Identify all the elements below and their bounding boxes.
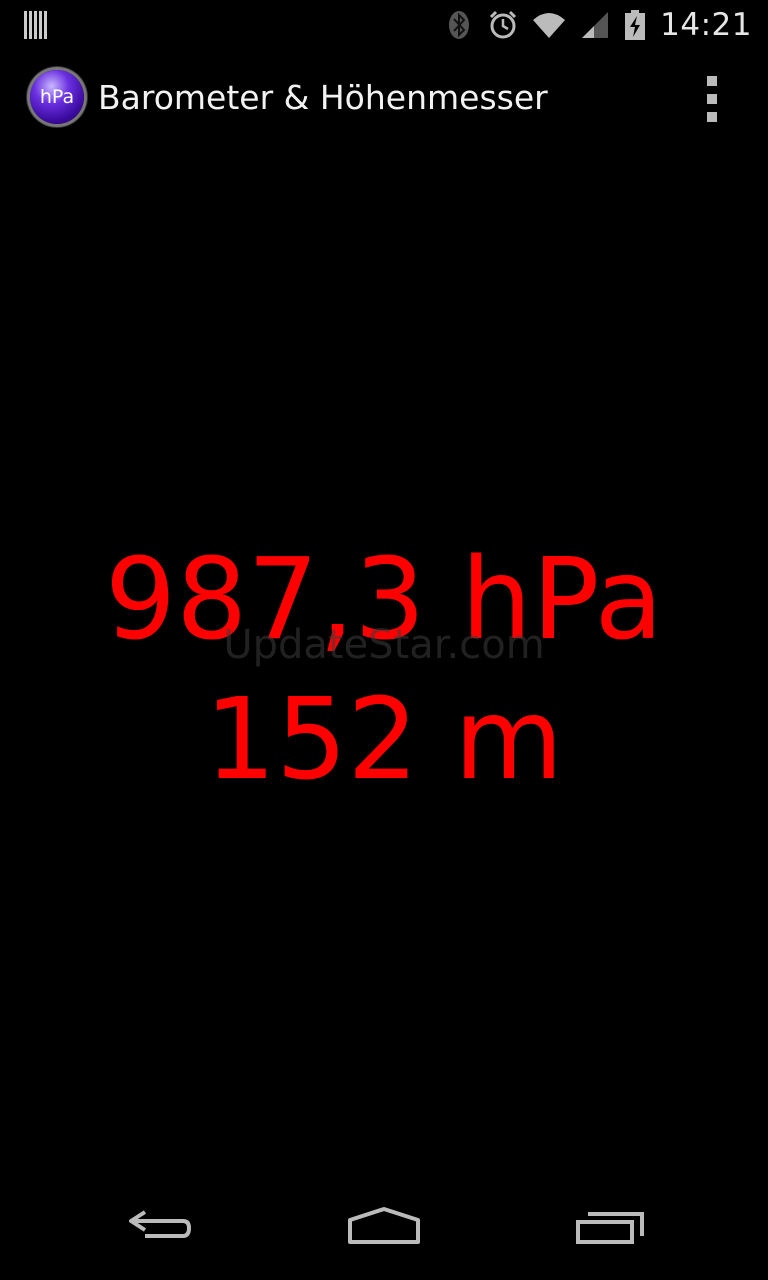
recents-icon [576,1212,644,1244]
alarm-icon [490,10,517,39]
battery-charging-icon [625,10,646,40]
action-bar: hPa Barometer & Höhenmesser [0,50,768,146]
status-bar: 14:21 [0,0,768,50]
recents-button[interactable] [550,1198,670,1254]
home-button[interactable] [324,1198,444,1254]
screen: 14:21 hPa Barometer & Höhenmesser 987,3 … [0,0,768,1280]
status-time: 14:21 [660,7,752,43]
app-title: Barometer & Höhenmesser [98,78,548,117]
back-button[interactable] [100,1198,220,1254]
navigation-bar [0,1184,768,1280]
overflow-dot [707,76,717,86]
barcode-icon [24,11,47,39]
overflow-dot [707,112,717,122]
overflow-dot [707,94,717,104]
altitude-reading: 152 m [204,675,564,805]
bluetooth-icon [449,11,470,39]
status-icons: 14:21 [444,7,752,43]
signal-icon [582,12,609,38]
home-icon [348,1207,420,1244]
pressure-reading: 987,3 hPa [104,535,664,665]
app-icon-label: hPa [39,86,75,108]
wifi-icon [533,13,566,38]
back-icon [129,1210,192,1238]
overflow-menu-icon[interactable] [700,76,724,122]
app-icon[interactable]: hPa [30,70,84,124]
